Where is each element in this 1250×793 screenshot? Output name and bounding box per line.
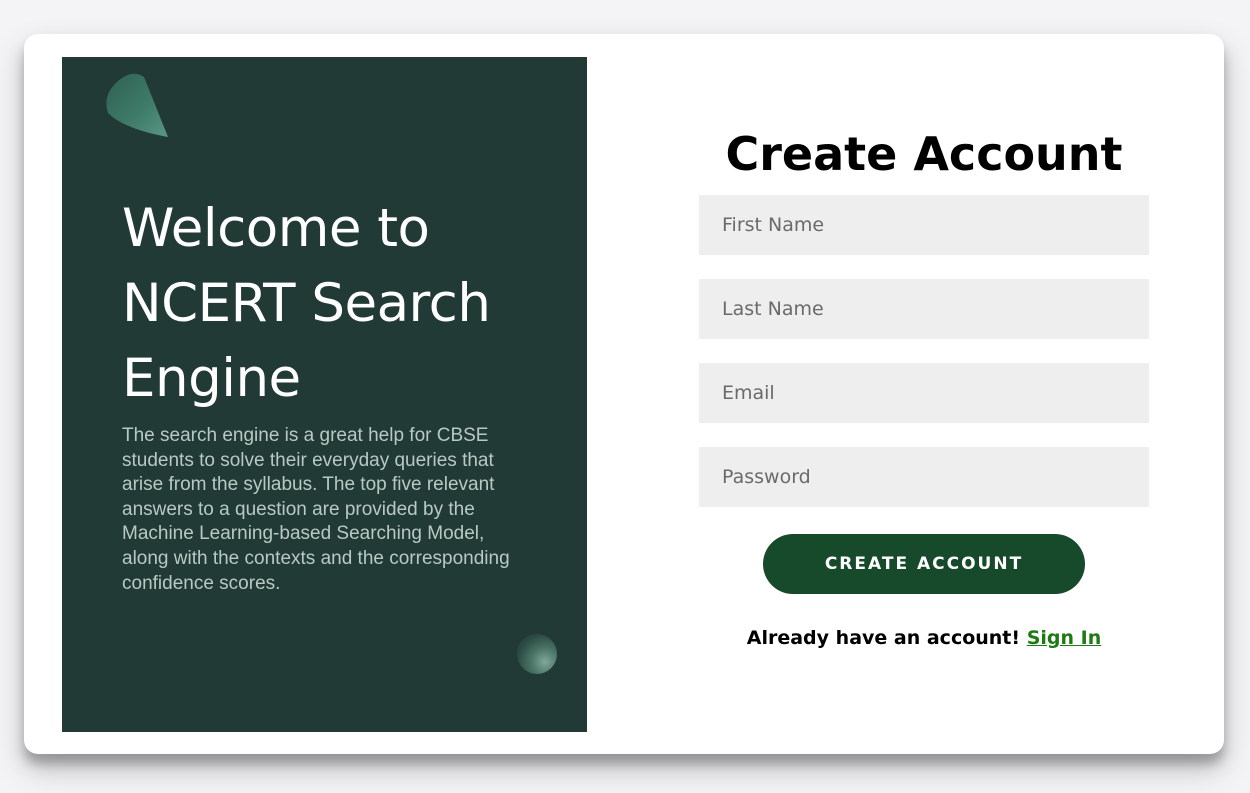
form-title: Create Account <box>725 127 1123 181</box>
first-name-input[interactable] <box>699 195 1149 255</box>
cone-decoration-icon <box>106 73 168 137</box>
last-name-input[interactable] <box>699 279 1149 339</box>
signin-prompt: Already have an account! Sign In <box>624 627 1224 649</box>
password-input[interactable] <box>699 447 1149 507</box>
welcome-panel: Welcome to NCERT Search Engine The searc… <box>62 57 587 732</box>
signup-form-panel: Create Account CREATE ACCOUNT Already ha… <box>624 34 1224 754</box>
create-account-button[interactable]: CREATE ACCOUNT <box>763 534 1085 594</box>
email-input[interactable] <box>699 363 1149 423</box>
welcome-description: The search engine is a great help for CB… <box>122 425 510 594</box>
signin-prompt-text: Already have an account! <box>746 627 1021 649</box>
welcome-heading: Welcome to NCERT Search Engine <box>122 198 491 409</box>
sphere-decoration-icon <box>517 634 557 674</box>
signup-card: Welcome to NCERT Search Engine The searc… <box>24 34 1224 754</box>
signin-link[interactable]: Sign In <box>1027 627 1102 649</box>
